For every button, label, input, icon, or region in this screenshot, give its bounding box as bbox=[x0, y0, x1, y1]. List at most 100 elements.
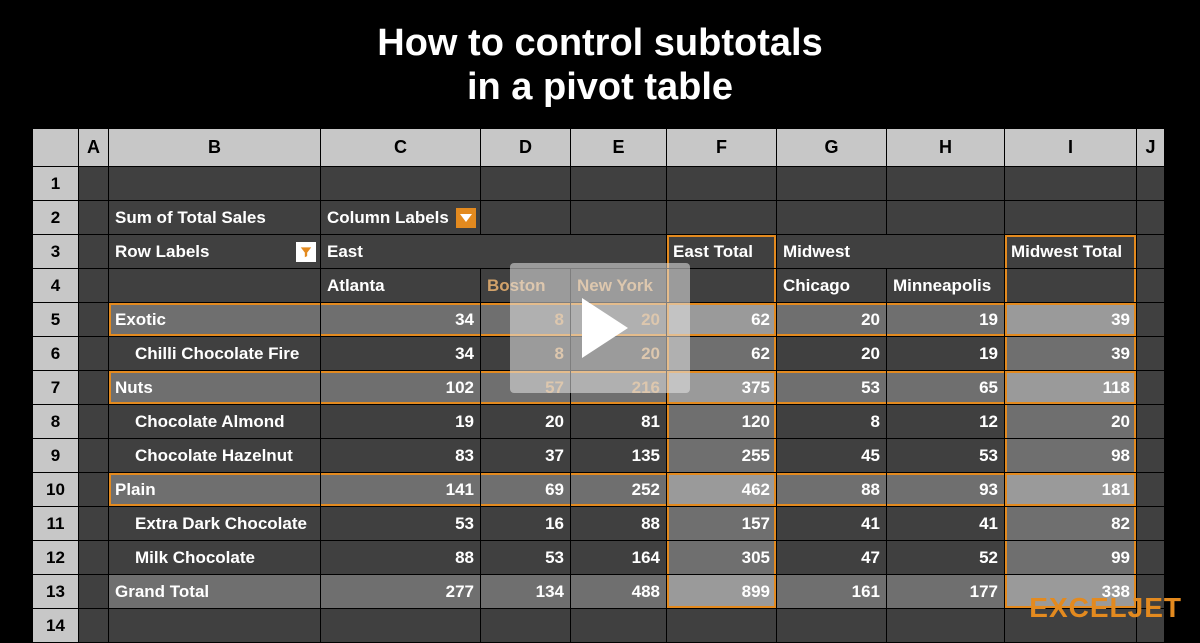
cell[interactable] bbox=[1137, 235, 1165, 269]
row-label[interactable]: Chocolate Hazelnut bbox=[109, 439, 321, 473]
cell[interactable]: 81 bbox=[571, 405, 667, 439]
cell[interactable] bbox=[79, 371, 109, 405]
cell[interactable] bbox=[571, 609, 667, 643]
dropdown-icon[interactable] bbox=[456, 208, 476, 228]
row-label[interactable]: Nuts bbox=[109, 371, 321, 405]
col-header-c[interactable]: C bbox=[321, 129, 481, 167]
cell[interactable]: 120 bbox=[667, 405, 777, 439]
cell[interactable] bbox=[667, 167, 777, 201]
cell[interactable]: 118 bbox=[1005, 371, 1137, 405]
row-label[interactable]: Plain bbox=[109, 473, 321, 507]
cell[interactable] bbox=[1005, 201, 1137, 235]
cell[interactable] bbox=[571, 201, 667, 235]
city-chicago[interactable]: Chicago bbox=[777, 269, 887, 303]
cell[interactable]: 93 bbox=[887, 473, 1005, 507]
cell[interactable]: 88 bbox=[321, 541, 481, 575]
cell[interactable]: 65 bbox=[887, 371, 1005, 405]
cell[interactable] bbox=[1137, 201, 1165, 235]
row-header-2[interactable]: 2 bbox=[33, 201, 79, 235]
cell[interactable]: 20 bbox=[1005, 405, 1137, 439]
cell[interactable]: 41 bbox=[777, 507, 887, 541]
cell[interactable]: 177 bbox=[887, 575, 1005, 609]
cell[interactable]: 141 bbox=[321, 473, 481, 507]
col-header-e[interactable]: E bbox=[571, 129, 667, 167]
col-header-j[interactable]: J bbox=[1137, 129, 1165, 167]
row-header-12[interactable]: 12 bbox=[33, 541, 79, 575]
cell[interactable] bbox=[79, 575, 109, 609]
cell[interactable]: 12 bbox=[887, 405, 1005, 439]
cell[interactable] bbox=[481, 609, 571, 643]
cell[interactable] bbox=[79, 473, 109, 507]
cell[interactable]: 164 bbox=[571, 541, 667, 575]
row-label[interactable]: Grand Total bbox=[109, 575, 321, 609]
cell[interactable] bbox=[321, 609, 481, 643]
cell[interactable]: 69 bbox=[481, 473, 571, 507]
cell[interactable]: 462 bbox=[667, 473, 777, 507]
cell[interactable]: 52 bbox=[887, 541, 1005, 575]
city-atlanta[interactable]: Atlanta bbox=[321, 269, 481, 303]
cell[interactable]: 157 bbox=[667, 507, 777, 541]
row-header-5[interactable]: 5 bbox=[33, 303, 79, 337]
row-label[interactable]: Exotic bbox=[109, 303, 321, 337]
cell[interactable]: 41 bbox=[887, 507, 1005, 541]
cell[interactable] bbox=[1137, 439, 1165, 473]
cell[interactable]: 99 bbox=[1005, 541, 1137, 575]
cell[interactable]: 161 bbox=[777, 575, 887, 609]
cell[interactable] bbox=[321, 167, 481, 201]
cell[interactable]: 19 bbox=[887, 337, 1005, 371]
row-header-9[interactable]: 9 bbox=[33, 439, 79, 473]
cell[interactable] bbox=[79, 337, 109, 371]
cell[interactable]: 135 bbox=[571, 439, 667, 473]
cell[interactable]: 102 bbox=[321, 371, 481, 405]
cell[interactable]: 488 bbox=[571, 575, 667, 609]
play-button[interactable] bbox=[510, 263, 690, 393]
row-header-3[interactable]: 3 bbox=[33, 235, 79, 269]
cell[interactable] bbox=[109, 609, 321, 643]
cell[interactable]: 34 bbox=[321, 303, 481, 337]
cell[interactable]: 19 bbox=[321, 405, 481, 439]
col-header-f[interactable]: F bbox=[667, 129, 777, 167]
row-header-6[interactable]: 6 bbox=[33, 337, 79, 371]
cell[interactable]: 47 bbox=[777, 541, 887, 575]
cell[interactable]: 8 bbox=[777, 405, 887, 439]
cell[interactable]: 83 bbox=[321, 439, 481, 473]
cell[interactable] bbox=[79, 405, 109, 439]
cell[interactable] bbox=[79, 303, 109, 337]
row-header-14[interactable]: 14 bbox=[33, 609, 79, 643]
row-label[interactable]: Extra Dark Chocolate bbox=[109, 507, 321, 541]
cell[interactable] bbox=[1005, 167, 1137, 201]
cell[interactable] bbox=[1137, 303, 1165, 337]
row-header-10[interactable]: 10 bbox=[33, 473, 79, 507]
col-header-i[interactable]: I bbox=[1005, 129, 1137, 167]
region-midwest-total[interactable]: Midwest Total bbox=[1005, 235, 1137, 269]
cell[interactable] bbox=[79, 541, 109, 575]
cell[interactable]: 39 bbox=[1005, 303, 1137, 337]
cell[interactable]: 98 bbox=[1005, 439, 1137, 473]
cell[interactable] bbox=[1137, 167, 1165, 201]
select-all-corner[interactable] bbox=[33, 129, 79, 167]
cell[interactable]: 255 bbox=[667, 439, 777, 473]
cell[interactable] bbox=[1137, 473, 1165, 507]
filter-icon[interactable] bbox=[296, 242, 316, 262]
cell[interactable] bbox=[1137, 405, 1165, 439]
row-label[interactable]: Chilli Chocolate Fire bbox=[109, 337, 321, 371]
measure-label[interactable]: Sum of Total Sales bbox=[109, 201, 321, 235]
cell[interactable] bbox=[887, 201, 1005, 235]
cell[interactable] bbox=[887, 167, 1005, 201]
cell[interactable] bbox=[1005, 269, 1137, 303]
cell[interactable] bbox=[777, 201, 887, 235]
cell[interactable] bbox=[571, 167, 667, 201]
cell[interactable] bbox=[79, 609, 109, 643]
row-header-13[interactable]: 13 bbox=[33, 575, 79, 609]
cell[interactable] bbox=[79, 507, 109, 541]
col-header-d[interactable]: D bbox=[481, 129, 571, 167]
row-header-7[interactable]: 7 bbox=[33, 371, 79, 405]
cell[interactable]: 19 bbox=[887, 303, 1005, 337]
cell[interactable] bbox=[79, 439, 109, 473]
cell[interactable] bbox=[1137, 269, 1165, 303]
cell[interactable]: 181 bbox=[1005, 473, 1137, 507]
row-label[interactable]: Chocolate Almond bbox=[109, 405, 321, 439]
row-header-11[interactable]: 11 bbox=[33, 507, 79, 541]
cell[interactable] bbox=[1137, 507, 1165, 541]
city-minneapolis[interactable]: Minneapolis bbox=[887, 269, 1005, 303]
